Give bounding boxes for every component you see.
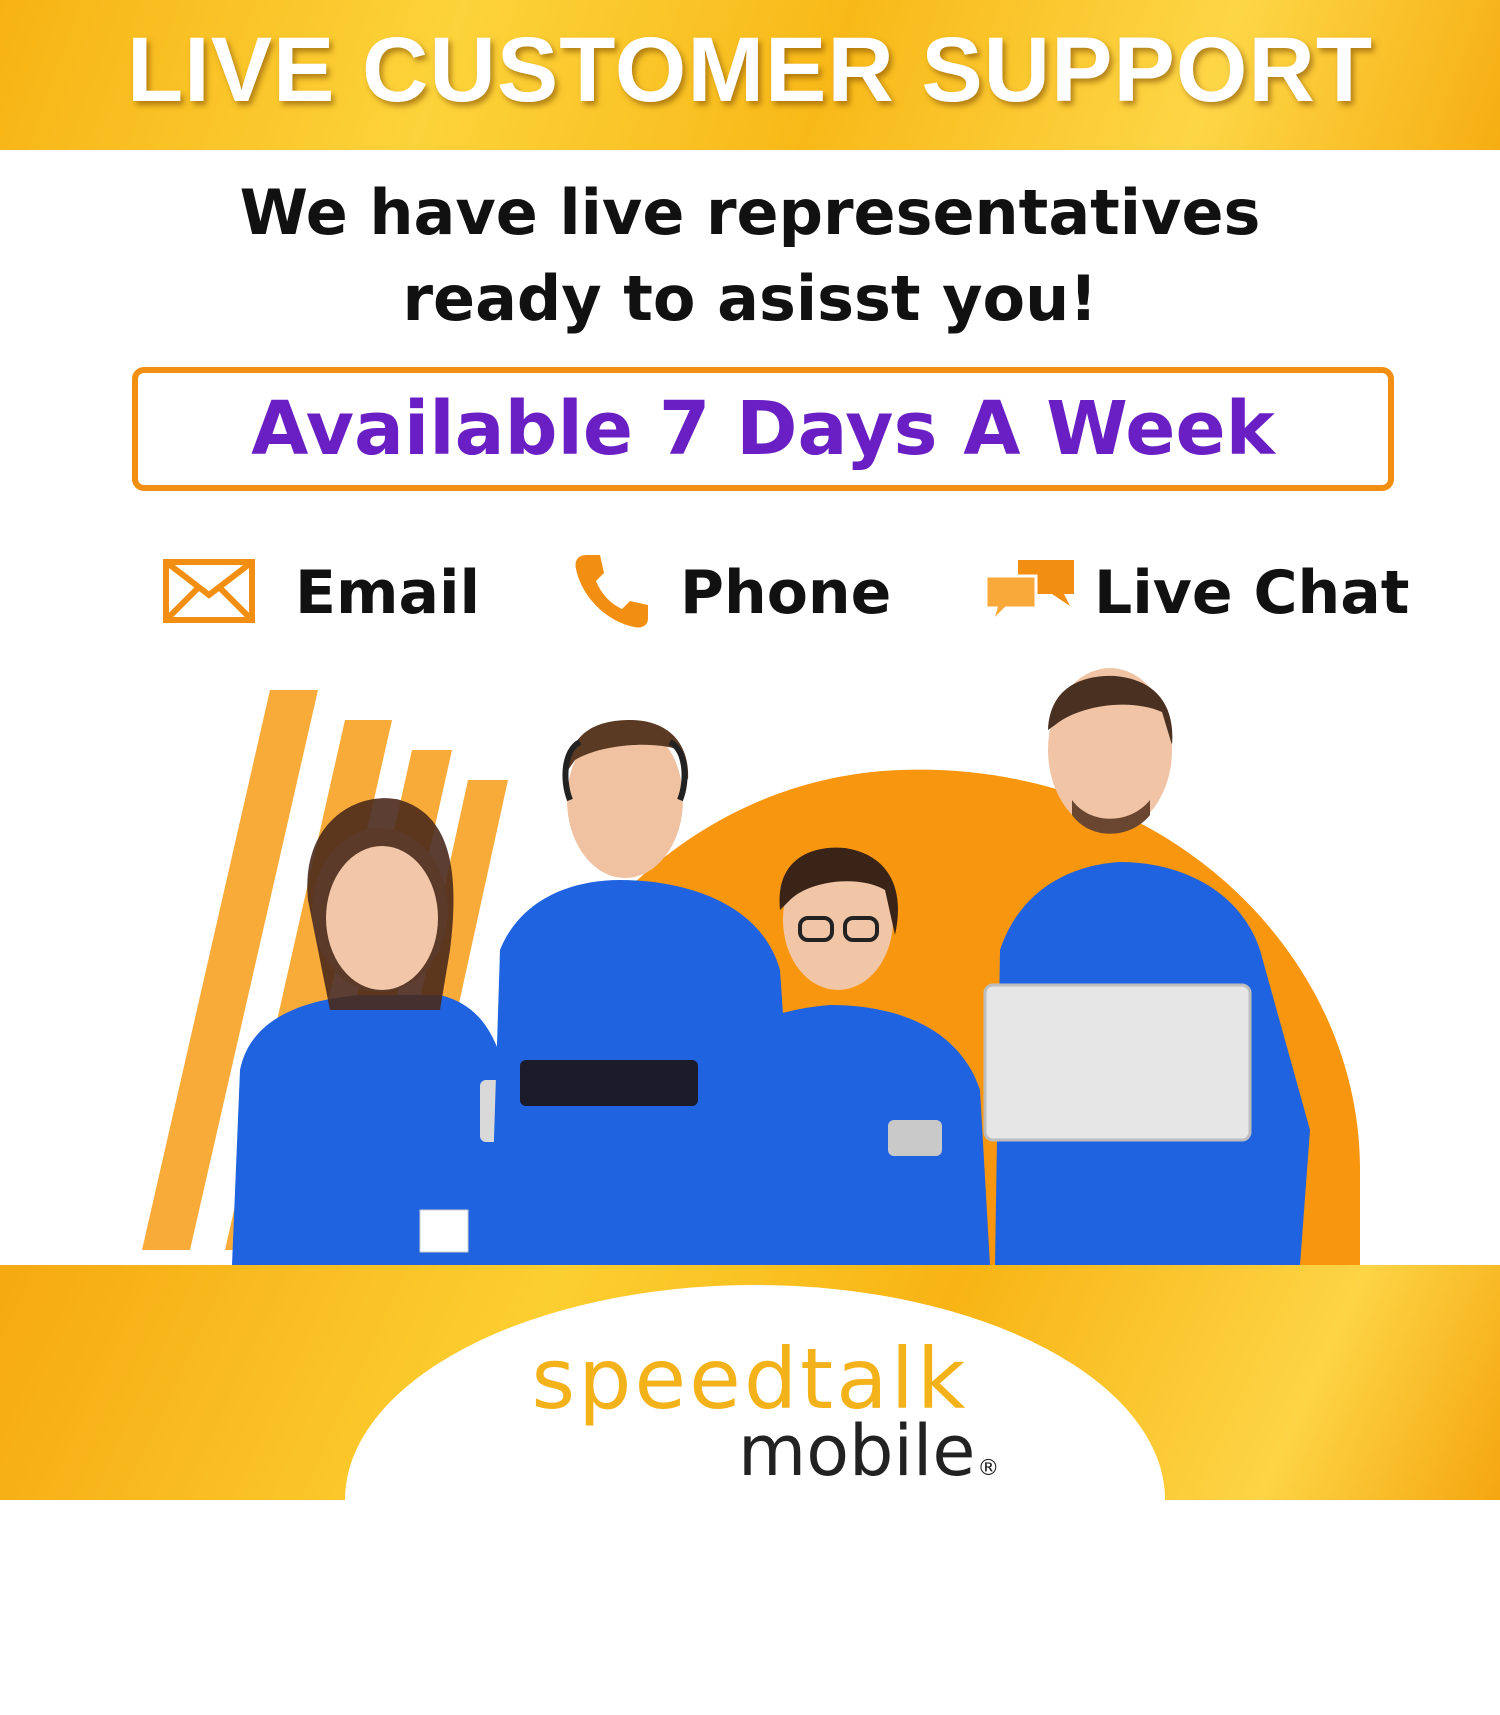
availability-text: Available 7 Days A Week — [251, 386, 1275, 472]
channel-live-chat-label: Live Chat — [1094, 557, 1410, 628]
brand-logo-mobile-text: mobile — [738, 1410, 976, 1492]
brand-logo-mobile: mobile® — [738, 1410, 999, 1492]
channel-phone: Phone — [572, 545, 891, 640]
team-member-4 — [983, 668, 1310, 1265]
chat-bubbles-icon — [984, 556, 1076, 630]
subtitle-line-1: We have live representatives — [239, 176, 1261, 249]
contact-channels: Email Phone Live Chat — [0, 545, 1500, 640]
subtitle: We have live representatives ready to as… — [0, 170, 1500, 342]
channel-email: Email — [163, 545, 480, 640]
channel-email-label: Email — [295, 557, 481, 628]
channel-phone-label: Phone — [680, 557, 892, 628]
availability-box: Available 7 Days A Week — [132, 367, 1394, 491]
envelope-icon — [163, 558, 255, 627]
channel-live-chat: Live Chat — [984, 545, 1409, 640]
subtitle-line-2: ready to asisst you! — [402, 262, 1098, 335]
page-title: LIVE CUSTOMER SUPPORT — [126, 19, 1374, 121]
registered-mark: ® — [977, 1456, 1000, 1481]
support-team-illustration — [0, 650, 1500, 1265]
phone-icon — [572, 551, 652, 635]
